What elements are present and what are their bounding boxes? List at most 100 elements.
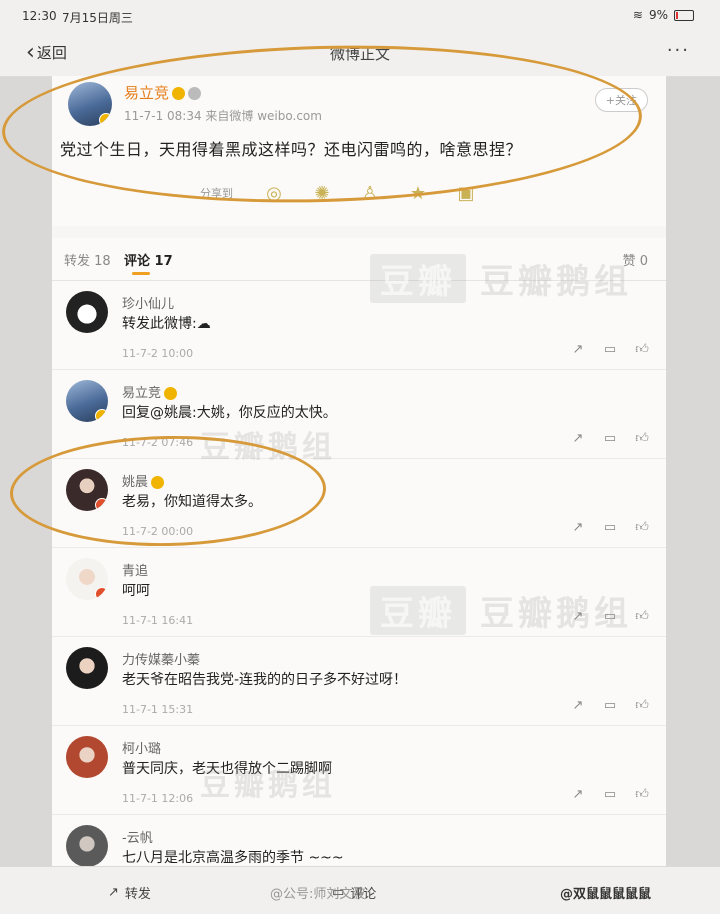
author-avatar[interactable] [68, 82, 112, 126]
battery-percent: 9% [648, 8, 668, 22]
repost-icon: ↗ [108, 885, 119, 900]
more-options-button[interactable]: ··· [667, 40, 690, 61]
reply-icon[interactable]: ▭ [602, 432, 618, 446]
status-date: 7月15日周三 [62, 11, 133, 25]
commenter-avatar[interactable] [66, 558, 108, 600]
comment-text: 呵呵 [122, 583, 150, 599]
commenter-name[interactable]: 姚晨 [122, 471, 165, 490]
commenter-avatar[interactable] [66, 469, 108, 511]
commenter-avatar[interactable] [66, 647, 108, 689]
comment-time: 11-7-2 00:00 [122, 525, 194, 538]
forward-button[interactable]: ↗ 转发 [108, 883, 151, 902]
comment-time: 11-7-1 15:31 [122, 703, 194, 716]
tab-like[interactable]: 赞 0 [623, 250, 648, 269]
commenter-avatar[interactable] [66, 291, 108, 333]
thumbs-up-icon[interactable]: 👍︎ [634, 788, 650, 802]
reply-icon[interactable]: ▭ [602, 521, 618, 535]
qzone-icon[interactable]: ★ [407, 182, 429, 204]
comment-actions: ↗ ▭ 👍︎ [570, 699, 650, 713]
weibo-post: 易立竞 11-7-1 08:34 来自微博 weibo.com +关注 党过个生… [52, 76, 666, 226]
comment-actions: ↗ ▭ 👍︎ [570, 610, 650, 624]
moments-icon[interactable]: ✺ [311, 182, 333, 204]
reply-icon[interactable]: ▭ [602, 788, 618, 802]
comment-time: 11-7-1 12:06 [122, 792, 194, 805]
status-bar: 12:30 7月15日周三 ≋ 9% [0, 0, 720, 30]
comment-text: 普天同庆，老天也得放个二踢脚啊 [122, 761, 332, 777]
nav-bar: ‹ 返回 微博正文 ··· [0, 30, 720, 77]
active-tab-indicator [132, 272, 150, 275]
post-text: 党过个生日，天用得着黑成这样吗？还电闪雷鸣的，啥意思捏？ [60, 140, 523, 159]
comment-item: 青追 呵呵 11-7-1 16:41 ↗ ▭ 👍︎ [52, 548, 666, 637]
comment-item: 珍小仙儿 转发此微博:☁ 11-7-2 10:00 ↗ ▭ 👍︎ [52, 281, 666, 370]
comment-item: 柯小璐 普天同庆，老天也得放个二踢脚啊 11-7-1 12:06 ↗ ▭ 👍︎ [52, 726, 666, 815]
comment-time: 11-7-2 10:00 [122, 347, 194, 360]
comment-item: 姚晨 老易，你知道得太多。 11-7-2 00:00 ↗ ▭ 👍︎ [52, 459, 666, 548]
verified-icon [95, 409, 108, 422]
thumbs-up-icon[interactable]: 👍︎ [634, 432, 650, 446]
commenter-name-text: 姚晨 [122, 475, 149, 490]
reply-icon[interactable]: ▭ [602, 699, 618, 713]
comment-text: 老天爷在昭告我党-连我的的日子多不好过呀！ [122, 672, 408, 688]
tab-forward[interactable]: 转发 18 [64, 250, 111, 269]
repost-icon[interactable]: ↗ [570, 699, 586, 713]
status-time: 12:30 [22, 9, 57, 23]
repost-icon[interactable]: ↗ [570, 788, 586, 802]
verified-icon [95, 587, 108, 600]
wifi-icon: ≋ [632, 8, 643, 22]
thumbs-up-icon[interactable]: 👍︎ [634, 610, 650, 624]
status-icons: ≋ 9% [633, 8, 694, 22]
commenter-name[interactable]: 珍小仙儿 [122, 293, 174, 312]
tab-comment[interactable]: 评论 17 [124, 250, 173, 275]
bottom-toolbar: ↗ 转发 ▭ 评论 @公号:师刘文波 @双鼠鼠鼠鼠鼠 [0, 866, 720, 914]
commenter-name[interactable]: -云帆 [122, 827, 153, 846]
repost-icon[interactable]: ↗ [570, 610, 586, 624]
qq-icon[interactable]: ♙ [359, 182, 381, 204]
vip-icon [164, 387, 178, 400]
comment-text: 回复@姚晨:大姚，你反应的太快。 [122, 405, 337, 421]
thumbs-up-icon[interactable]: 👍︎ [634, 343, 650, 357]
commenter-name[interactable]: 柯小璐 [122, 738, 161, 757]
comment-item: -云帆 七八月是北京高温多雨的季节 ~~~ [52, 815, 666, 867]
author-name-text: 易立竞 [124, 84, 170, 102]
commenter-name[interactable]: 易立竞 [122, 382, 178, 401]
verified-icon [95, 498, 108, 511]
battery-icon [674, 9, 694, 21]
wechat-icon[interactable]: ◎ [263, 182, 285, 204]
comment-actions: ↗ ▭ 👍︎ [570, 788, 650, 802]
commenter-name[interactable]: 力传媒蓁小蓁 [122, 649, 200, 668]
commenter-name[interactable]: 青追 [122, 560, 148, 579]
comment-actions: ↗ ▭ 👍︎ [570, 432, 650, 446]
image-share-icon[interactable]: ▣ [455, 182, 477, 204]
comment-item: 易立竞 回复@姚晨:大姚，你反应的太快。 11-7-2 07:46 ↗ ▭ 👍︎ [52, 370, 666, 459]
comment-text: 七八月是北京高温多雨的季节 ~~~ [122, 850, 344, 866]
commenter-avatar[interactable] [66, 380, 108, 422]
forward-label: 转发 [124, 887, 151, 902]
follow-button[interactable]: +关注 [594, 88, 648, 112]
reply-icon[interactable]: ▭ [602, 610, 618, 624]
comment-actions: ↗ ▭ 👍︎ [570, 521, 650, 535]
reply-icon[interactable]: ▭ [602, 343, 618, 357]
verified-icon [99, 113, 112, 126]
content-area: 易立竞 11-7-1 08:34 来自微博 weibo.com +关注 党过个生… [52, 76, 666, 867]
thumbs-up-icon[interactable]: 👍︎ [634, 521, 650, 535]
comment-tabs: 转发 18 评论 17 赞 0 [52, 238, 666, 281]
commenter-avatar[interactable] [66, 825, 108, 867]
commenter-avatar[interactable] [66, 736, 108, 778]
comment-text: 老易，你知道得太多。 [122, 494, 262, 510]
share-label: 分享到 [200, 187, 233, 200]
vip-icon [151, 476, 165, 489]
comment-time: 11-7-2 07:46 [122, 436, 194, 449]
post-time-source: 11-7-1 08:34 来自微博 weibo.com [124, 109, 322, 123]
thumbs-up-icon[interactable]: 👍︎ [634, 699, 650, 713]
repost-icon[interactable]: ↗ [570, 343, 586, 357]
comment-time: 11-7-1 16:41 [122, 614, 194, 627]
commenter-name-text: 易立竞 [122, 386, 162, 401]
vip-icon [172, 87, 186, 100]
page-title: 微博正文 [329, 45, 390, 63]
author-name[interactable]: 易立竞 [124, 82, 202, 103]
tab-comment-label: 评论 17 [124, 254, 173, 269]
comment-item: 力传媒蓁小蓁 老天爷在昭告我党-连我的的日子多不好过呀！ 11-7-1 15:3… [52, 637, 666, 726]
repost-icon[interactable]: ↗ [570, 432, 586, 446]
comment-text: 转发此微博:☁ [122, 316, 211, 332]
repost-icon[interactable]: ↗ [570, 521, 586, 535]
